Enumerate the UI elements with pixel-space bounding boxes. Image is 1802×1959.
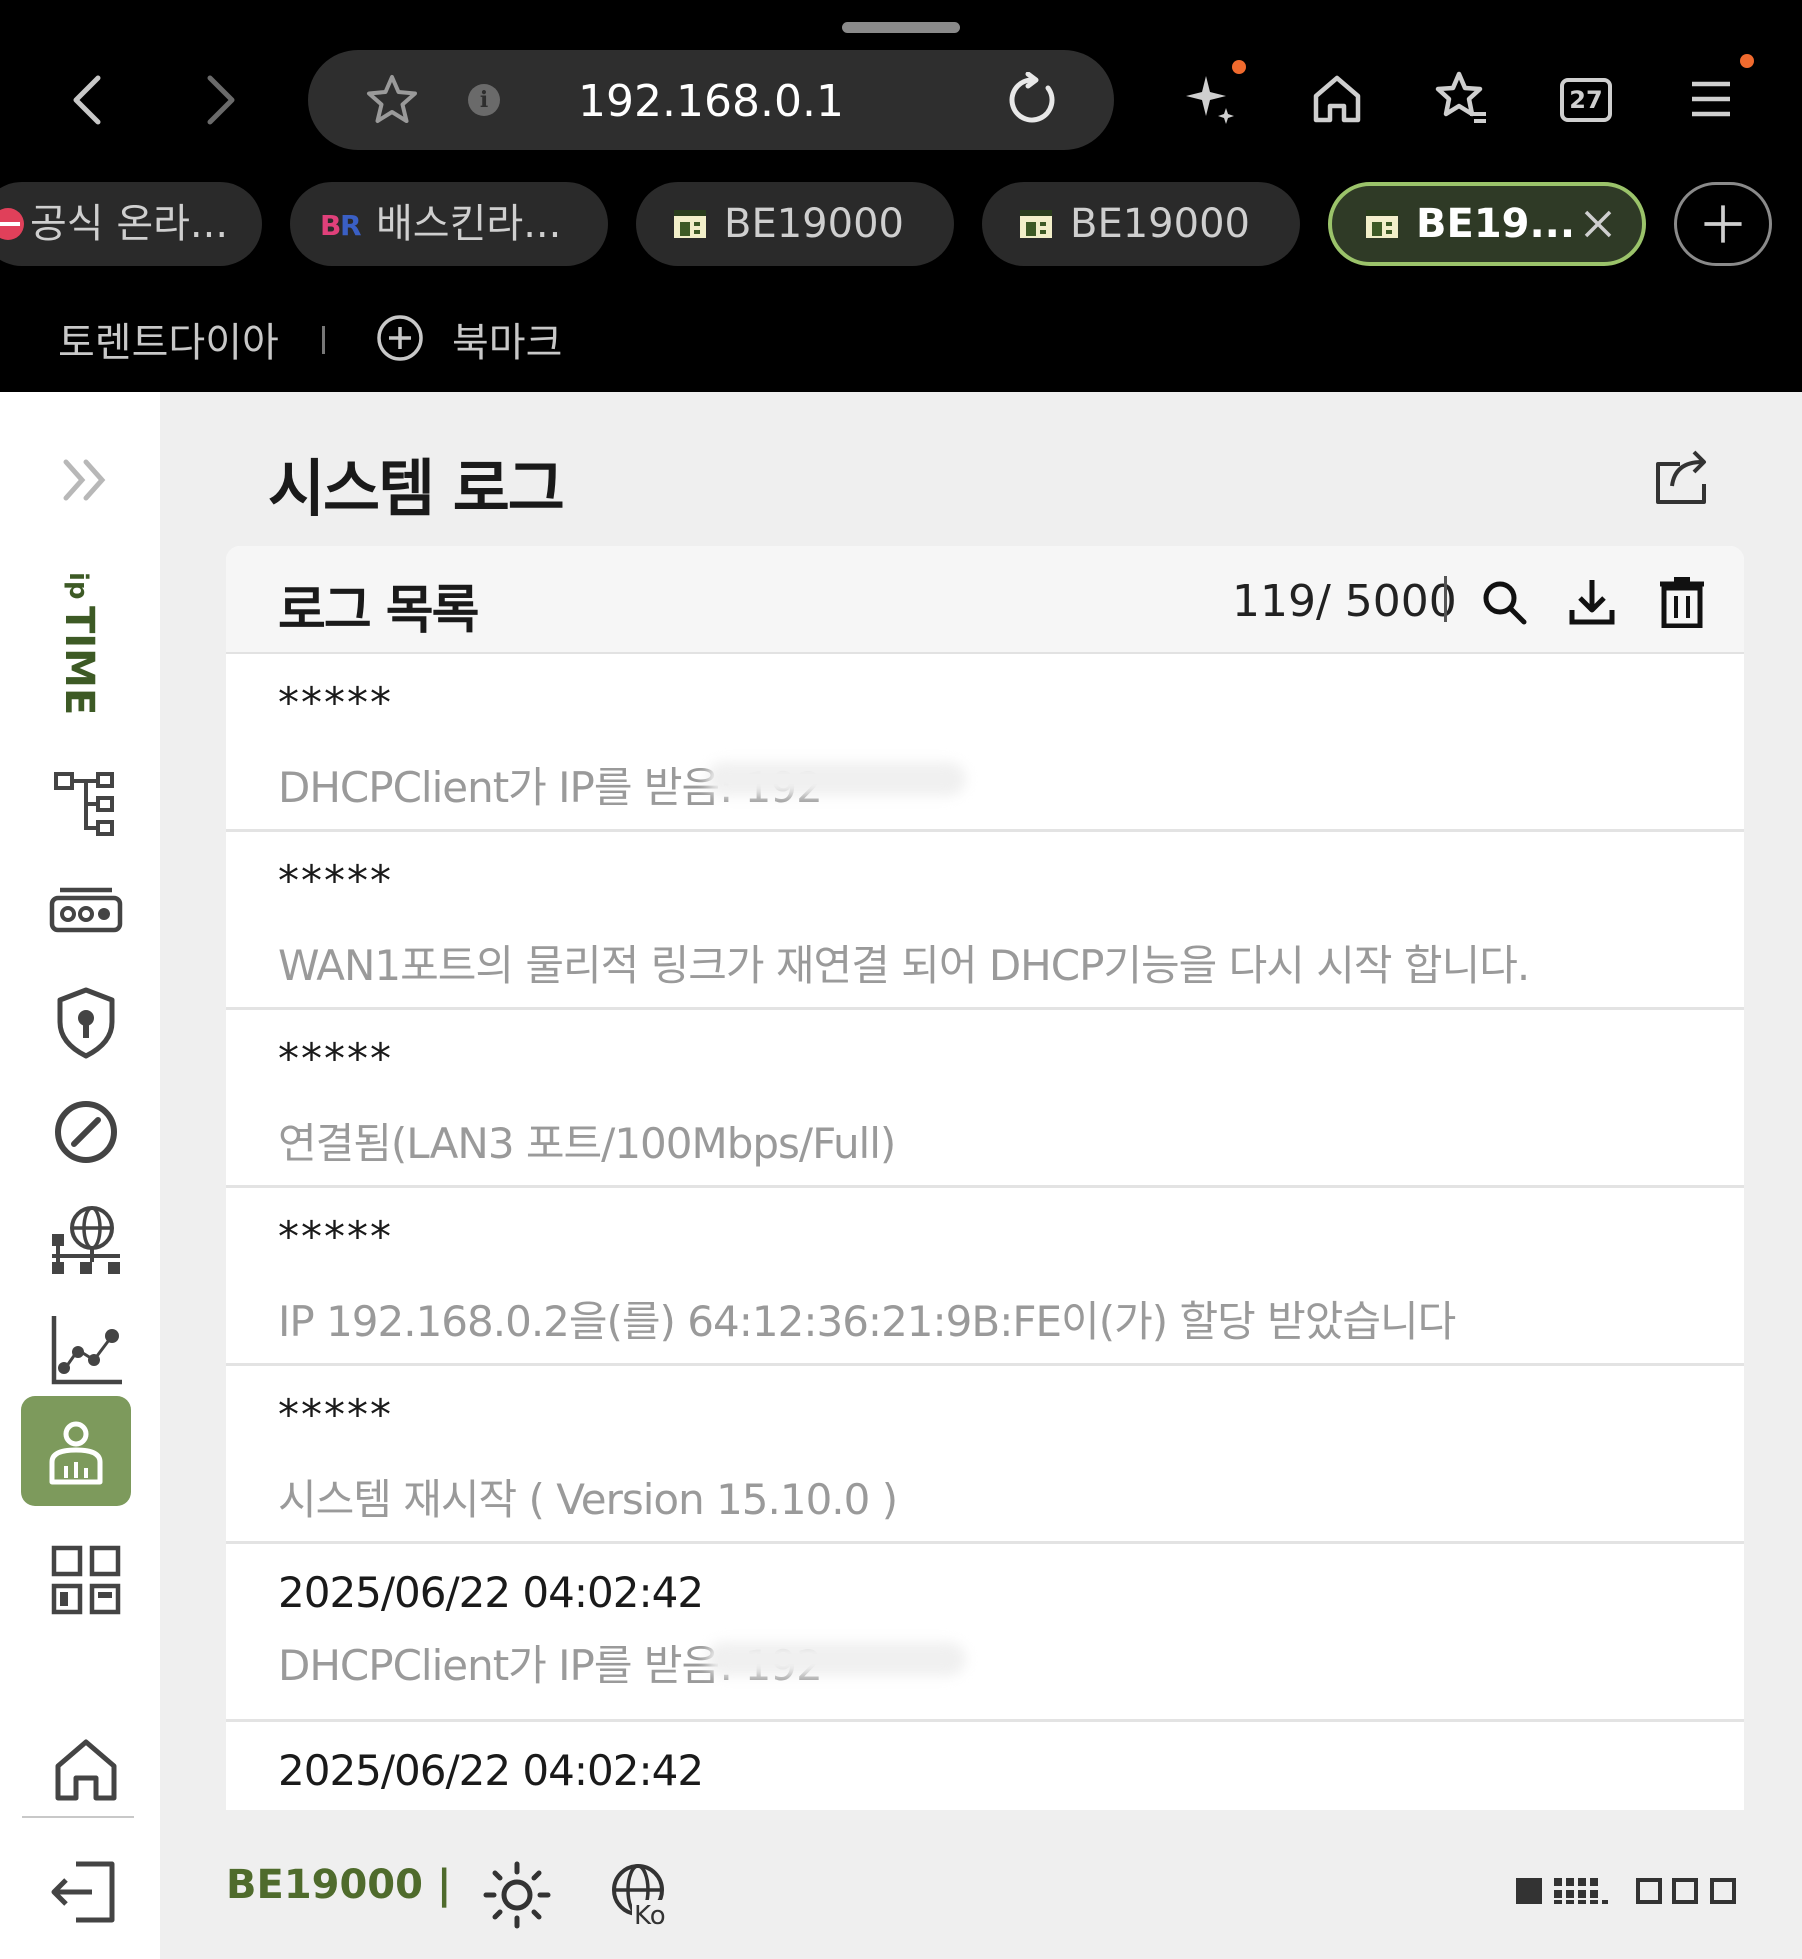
tab-official-online[interactable]: 공식 온라... [0,182,262,266]
tab-label: BE19000 [1070,201,1250,247]
reload-icon[interactable] [1004,72,1060,128]
home-icon[interactable] [1306,68,1368,130]
log-list-title: 로그 목록 [278,581,479,641]
redaction-blur [706,762,966,796]
add-circle-icon[interactable] [376,314,424,362]
log-row[interactable]: 2025/06/22 04:02:42 DHCPClient가 IP를 받음: … [226,1544,1744,1722]
apps-grid-icon[interactable] [46,1540,126,1620]
log-list-header: 로그 목록 119/ 5000 [226,546,1744,654]
log-row[interactable]: ***** 연결됨(LAN3 포트/100Mbps/Full) [226,1010,1744,1188]
global-network-icon[interactable] [46,1200,126,1280]
log-row[interactable]: ***** DHCPClient가 IP를 받음: 192 [226,654,1744,832]
log-message: 시스템 재시작 ( Version 15.10.0 ) [278,1475,898,1524]
tab-be19000-1[interactable]: BE19000 [636,182,954,266]
expand-chevrons-icon[interactable] [56,450,116,510]
menu-icon[interactable] [1680,68,1742,130]
url-text[interactable]: 192.168.0.1 [308,76,1114,127]
log-row[interactable]: 2025/06/22 04:02:42 [226,1722,1744,1810]
router-admin-page: ip TIME 시스템 로그 로그 목록 119/ 5000 ***** DHC… [0,392,1802,1959]
log-message: 연결됨(LAN3 포트/100Mbps/Full) [278,1119,896,1168]
new-tab-button[interactable] [1674,182,1772,266]
log-time: ***** [278,678,393,727]
tab-label: BE19... [1416,201,1576,247]
log-list-card: 로그 목록 119/ 5000 ***** DHCPClient가 IP를 받음… [226,546,1744,1810]
sidebar: ip TIME [0,392,160,1959]
iptime-logo: ip TIME [60,572,102,715]
router-icon[interactable] [46,872,126,952]
iptime-favicon-icon [674,210,706,238]
home-icon[interactable] [46,1730,126,1810]
menu-notification-dot [1740,54,1754,68]
download-icon[interactable] [1566,576,1618,628]
model-name: BE19000 | [226,1862,452,1908]
bookmarks-bar: 토렌트다이아 북마크 [0,300,1802,376]
share-icon[interactable] [1652,448,1712,508]
admin-system-icon[interactable] [36,1412,116,1492]
svg-text:ip: ip [63,572,93,600]
tab-label: 공식 온라... [30,201,229,247]
iptime-favicon-icon [1020,210,1052,238]
tab-label: 배스킨라... [376,201,562,247]
status-blocks-icon [1516,1878,1736,1904]
log-count: 119/ 5000 [1232,576,1457,627]
bookmark-separator [322,326,325,354]
tab-be19000-active[interactable]: BE19... [1328,182,1646,266]
ai-sparkle-icon[interactable] [1180,68,1242,130]
trash-icon[interactable] [1656,576,1708,628]
log-message: WAN1포트의 물리적 링크가 재연결 되어 DHCP기능을 다시 시작 합니다… [278,941,1530,990]
brightness-sun-icon[interactable] [482,1860,552,1930]
logout-icon[interactable] [46,1852,126,1932]
log-message: IP 192.168.0.2을(를) 64:12:36:21:9B:FE이(가)… [278,1297,1456,1346]
close-tab-icon[interactable] [1580,206,1616,242]
br-favicon-icon: BR [320,209,362,242]
forward-arrow-icon[interactable] [188,70,248,130]
language-globe-icon[interactable]: Ko [606,1860,676,1930]
speed-gauge-icon[interactable] [46,1092,126,1172]
sidebar-divider [22,1816,134,1818]
add-bookmark-button[interactable]: 북마크 [452,310,562,368]
svg-text:R: R [340,209,362,242]
tab-count-icon[interactable]: 27 [1560,78,1612,122]
tab-be19000-2[interactable]: BE19000 [982,182,1300,266]
log-time: ***** [278,1390,393,1439]
language-code: Ko [634,1901,666,1930]
stats-chart-icon[interactable] [46,1310,126,1390]
log-row[interactable]: ***** 시스템 재시작 ( Version 15.10.0 ) [226,1366,1744,1544]
svg-text:B: B [320,209,341,242]
bookmarks-star-icon[interactable] [1430,68,1492,130]
back-arrow-icon[interactable] [60,70,120,130]
redaction-blur [706,1642,966,1676]
notification-dot [1232,60,1246,74]
log-time: ***** [278,1034,393,1083]
search-icon[interactable] [1478,576,1530,628]
browser-chrome: i 192.168.0.1 27 공식 온라... BR 배스킨라... BE1… [0,0,1802,392]
drag-handle[interactable] [842,22,960,33]
address-bar[interactable]: i 192.168.0.1 [308,50,1114,150]
bookmark-item[interactable]: 토렌트다이아 [58,310,279,368]
iptime-favicon-icon [1366,210,1398,238]
log-time: ***** [278,856,393,905]
tab-favicon-icon [0,208,24,240]
count-separator [1444,576,1447,622]
svg-text:TIME: TIME [60,606,102,715]
network-tree-icon[interactable] [46,764,126,844]
log-time: 2025/06/22 04:02:42 [278,1568,704,1617]
tab-baskin-robbins[interactable]: BR 배스킨라... [290,182,608,266]
log-row[interactable]: ***** IP 192.168.0.2을(를) 64:12:36:21:9B:… [226,1188,1744,1366]
tab-label: BE19000 [724,201,904,247]
log-time: 2025/06/22 04:02:42 [278,1746,704,1795]
log-row[interactable]: ***** WAN1포트의 물리적 링크가 재연결 되어 DHCP기능을 다시 … [226,832,1744,1010]
log-time: ***** [278,1212,393,1261]
page-title: 시스템 로그 [268,452,565,525]
security-shield-icon[interactable] [46,982,126,1062]
